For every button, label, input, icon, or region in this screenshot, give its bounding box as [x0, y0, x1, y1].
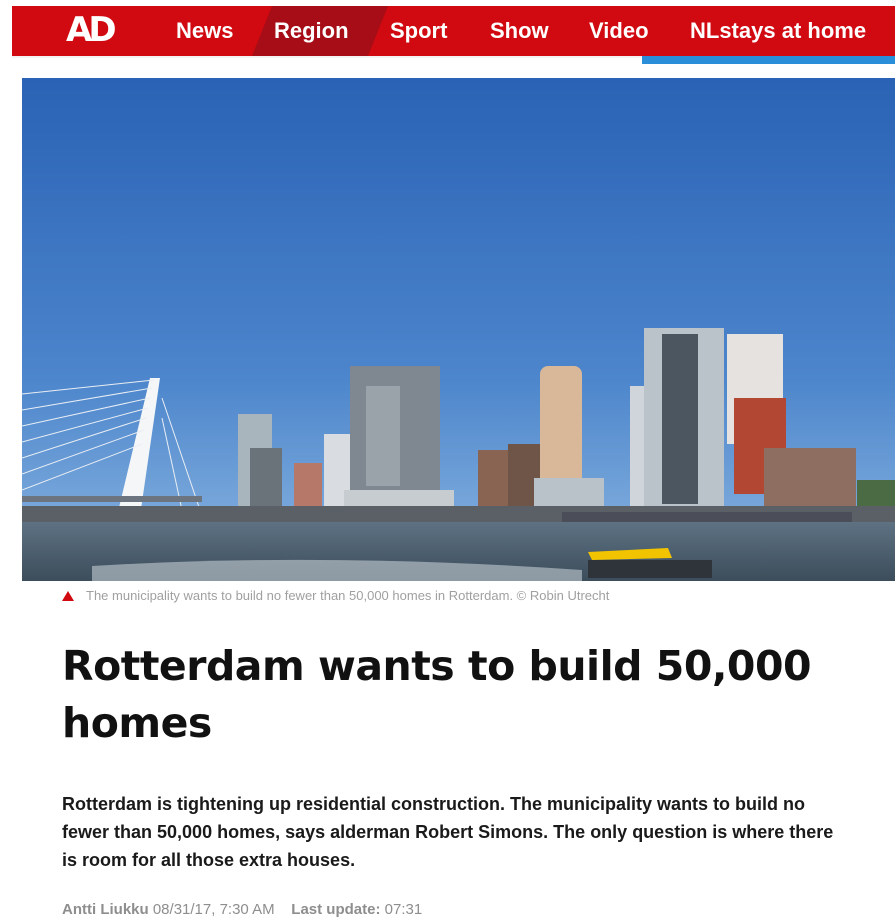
- article-lead: Rotterdam is tightening up residential c…: [62, 794, 834, 870]
- ad-logo[interactable]: AD: [66, 11, 128, 49]
- nav-item-show[interactable]: Show: [490, 6, 549, 56]
- nav-item-nlstays-at-home[interactable]: NLstays at home: [690, 6, 866, 56]
- publish-date: 08/31/17, 7:30 AM: [152, 901, 275, 918]
- photo-caption: The municipality wants to build no fewer…: [62, 586, 609, 606]
- top-navigation-bar: AD News Region Sport Show Video NLstays …: [12, 6, 895, 56]
- nav-item-region[interactable]: Region: [274, 6, 349, 56]
- nav-item-video[interactable]: Video: [589, 6, 649, 56]
- nav-item-news[interactable]: News: [176, 6, 233, 56]
- photo-caption-text: The municipality wants to build no fewer…: [86, 588, 610, 603]
- nav-divider: [12, 56, 642, 58]
- author-name[interactable]: Antti Liukku: [62, 901, 149, 918]
- nav-item-sport[interactable]: Sport: [390, 6, 447, 56]
- accent-progress-bar: [642, 56, 895, 64]
- triangle-up-icon: [62, 591, 74, 601]
- last-update-time: 07:31: [384, 901, 423, 918]
- last-update-label: Last update:: [291, 901, 381, 918]
- article-title: Rotterdam wants to build 50,000 homes: [62, 642, 812, 747]
- article-byline: Antti Liukku 08/31/17, 7:30 AM Last upda…: [62, 901, 422, 921]
- rotterdam-skyline-photo: [22, 78, 895, 581]
- hero-photo: [22, 78, 895, 581]
